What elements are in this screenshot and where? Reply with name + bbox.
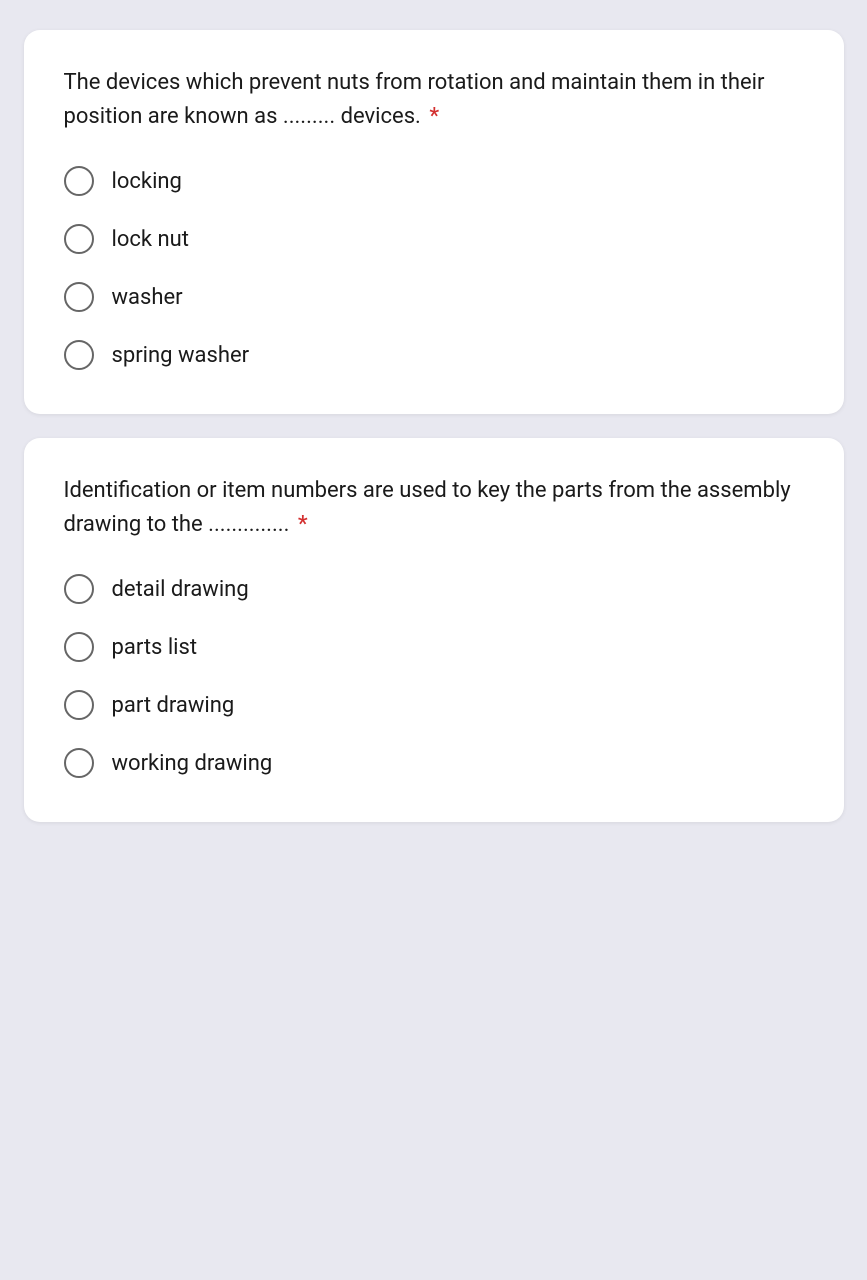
radio-detail-drawing[interactable] xyxy=(64,574,94,604)
option-parts-list-label: parts list xyxy=(112,635,198,660)
option-detail-drawing[interactable]: detail drawing xyxy=(64,574,804,604)
question-card-1: The devices which prevent nuts from rota… xyxy=(24,30,844,414)
required-indicator-1: * xyxy=(424,104,439,129)
question-2-text: Identification or item numbers are used … xyxy=(64,474,804,542)
radio-washer[interactable] xyxy=(64,282,94,312)
option-working-drawing[interactable]: working drawing xyxy=(64,748,804,778)
radio-locking[interactable] xyxy=(64,166,94,196)
option-spring-washer[interactable]: spring washer xyxy=(64,340,804,370)
option-washer-label: washer xyxy=(112,285,183,310)
option-working-drawing-label: working drawing xyxy=(112,751,273,776)
option-parts-list[interactable]: parts list xyxy=(64,632,804,662)
option-locking[interactable]: locking xyxy=(64,166,804,196)
option-spring-washer-label: spring washer xyxy=(112,343,250,368)
option-locking-label: locking xyxy=(112,169,182,194)
radio-parts-list[interactable] xyxy=(64,632,94,662)
radio-lock-nut[interactable] xyxy=(64,224,94,254)
question-card-2: Identification or item numbers are used … xyxy=(24,438,844,822)
option-lock-nut-label: lock nut xyxy=(112,227,190,252)
required-indicator-2: * xyxy=(292,512,307,537)
option-detail-drawing-label: detail drawing xyxy=(112,577,249,602)
radio-spring-washer[interactable] xyxy=(64,340,94,370)
radio-working-drawing[interactable] xyxy=(64,748,94,778)
option-part-drawing[interactable]: part drawing xyxy=(64,690,804,720)
question-1-text: The devices which prevent nuts from rota… xyxy=(64,66,804,134)
option-lock-nut[interactable]: lock nut xyxy=(64,224,804,254)
radio-part-drawing[interactable] xyxy=(64,690,94,720)
option-part-drawing-label: part drawing xyxy=(112,693,235,718)
option-washer[interactable]: washer xyxy=(64,282,804,312)
question-1-options: locking lock nut washer spring washer xyxy=(64,166,804,370)
question-2-options: detail drawing parts list part drawing w… xyxy=(64,574,804,778)
